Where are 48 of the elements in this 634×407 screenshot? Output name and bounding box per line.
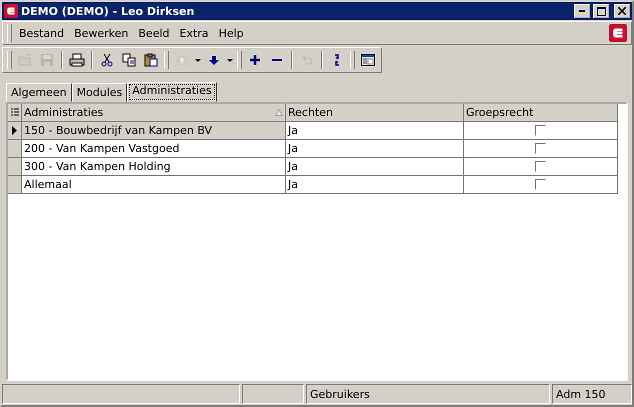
menu-item[interactable]: Bestand	[14, 24, 70, 42]
window-title: DEMO (DEMO) - Leo Dirksen	[21, 4, 196, 18]
table-cell: Ja	[286, 158, 464, 176]
minus-icon	[272, 58, 282, 62]
table-cell: 150 - Bouwbedrijf van Kampen BV	[22, 122, 286, 140]
table-cell: 200 - Van Kampen Vastgoed	[22, 140, 286, 158]
status-text: Gebruikers	[306, 384, 550, 404]
close-button[interactable]	[614, 4, 630, 18]
minimize-button[interactable]	[574, 4, 590, 18]
maximize-button[interactable]	[593, 4, 609, 18]
maximize-icon	[596, 6, 606, 16]
menu-item[interactable]: Help	[214, 24, 249, 42]
scissors-icon	[99, 52, 115, 68]
tab[interactable]: Algemeen	[6, 83, 72, 102]
table-cell: Ja	[286, 140, 464, 158]
menu-item[interactable]: Extra	[174, 24, 214, 42]
row-header[interactable]	[8, 122, 22, 140]
plus-icon	[247, 52, 263, 68]
dropdown-caret-icon	[195, 58, 201, 62]
checkbox[interactable]	[535, 161, 546, 172]
copy-icon	[121, 52, 137, 68]
column-header[interactable]: Groepsrecht	[464, 104, 618, 122]
paste-icon	[143, 52, 159, 68]
column-header[interactable]: Rechten	[286, 104, 464, 122]
window-layout-icon	[360, 52, 376, 68]
tab[interactable]: Administraties	[127, 82, 217, 102]
table-cell: 300 - Van Kampen Holding	[22, 158, 286, 176]
minimize-icon	[579, 10, 585, 12]
printer-icon	[69, 52, 85, 68]
dropdown-caret-icon	[227, 58, 233, 62]
status-panel	[242, 384, 304, 404]
menu-item[interactable]: Bewerken	[69, 24, 134, 42]
table-cell: Ja	[286, 122, 464, 140]
table-cell: Allemaal	[22, 176, 286, 194]
brand-logo-icon	[609, 24, 627, 42]
checkbox[interactable]	[535, 125, 546, 136]
table-cell: Ja	[286, 176, 464, 194]
folder-icon	[17, 52, 33, 68]
checkbox[interactable]	[535, 143, 546, 154]
checkbox[interactable]	[535, 179, 546, 190]
menu-item[interactable]: Beeld	[133, 24, 175, 42]
app-logo-icon	[4, 4, 18, 18]
column-chooser-icon[interactable]	[8, 104, 22, 122]
tab[interactable]: Modules	[72, 83, 128, 102]
current-row-icon	[12, 126, 17, 135]
close-icon	[618, 7, 626, 15]
status-text: Adm 150	[552, 384, 632, 404]
column-header[interactable]: Administraties	[22, 104, 286, 122]
